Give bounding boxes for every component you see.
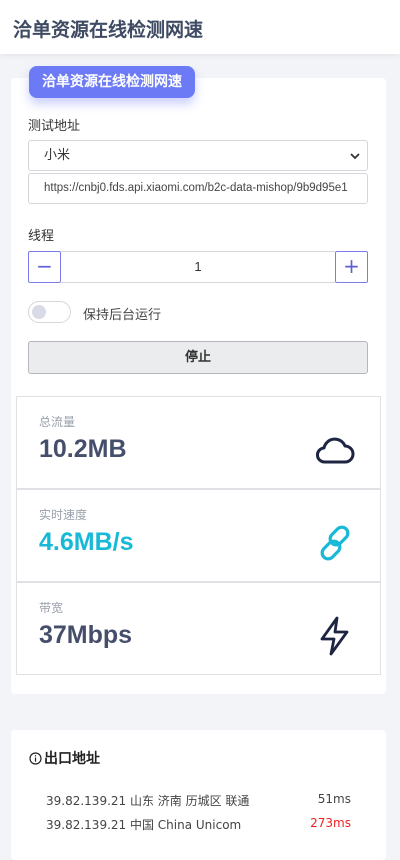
list-item: 39.82.139.21 山东 济南 历城区 联通 51ms: [46, 792, 351, 809]
top-bar: 洽单资源在线检测网速: [0, 0, 400, 54]
speed-test-card: 洽单资源在线检测网速 测试地址 小米 https://cnbj0.fds.api…: [11, 66, 386, 694]
increment-button[interactable]: +: [335, 251, 368, 283]
stat-label: 总流量: [39, 415, 76, 429]
stat-realtime-speed: 实时速度 4.6MB/s: [16, 489, 381, 582]
exit-address-title-text: 出口地址: [44, 751, 100, 767]
stat-value: 4.6MB/s: [39, 528, 134, 556]
stat-label: 实时速度: [39, 508, 88, 522]
test-address-label: 测试地址: [28, 119, 81, 134]
exit-address-card: 出口地址 39.82.139.21 山东 济南 历城区 联通 51ms 39.8…: [11, 730, 386, 860]
toggle-knob: [32, 305, 46, 319]
background-run-toggle[interactable]: [28, 301, 71, 323]
page-title: 洽单资源在线检测网速: [13, 19, 204, 41]
stat-total-traffic: 总流量 10.2MB: [16, 396, 381, 489]
url-input-value: https://cnbj0.fds.api.xiaomi.com/b2c-dat…: [44, 182, 348, 194]
ip-info: 39.82.139.21 中国 China Unicom: [46, 818, 242, 832]
stop-button[interactable]: 停止: [28, 341, 368, 374]
card-badge: 洽单资源在线检测网速: [29, 66, 195, 98]
background-run-label: 保持后台运行: [83, 308, 162, 323]
threads-label: 线程: [28, 229, 55, 244]
threads-stepper: − 1 +: [28, 251, 368, 283]
bolt-icon: [320, 616, 349, 656]
ip-info: 39.82.139.21 山东 济南 历城区 联通: [46, 794, 250, 808]
source-select[interactable]: 小米: [28, 140, 368, 171]
stat-value: 10.2MB: [39, 435, 127, 463]
stat-value: 37Mbps: [39, 621, 133, 649]
threads-value[interactable]: 1: [61, 251, 335, 283]
chevron-down-icon: [350, 153, 360, 160]
link-icon: [320, 525, 350, 561]
info-icon: [29, 751, 42, 765]
latency: 273ms: [310, 816, 351, 830]
list-item: 39.82.139.21 中国 China Unicom 273ms: [46, 816, 351, 833]
stat-bandwidth: 带宽 37Mbps: [16, 582, 381, 675]
source-select-value: 小米: [44, 148, 71, 163]
url-input[interactable]: https://cnbj0.fds.api.xiaomi.com/b2c-dat…: [28, 173, 368, 204]
cloud-icon: [316, 437, 355, 464]
exit-address-title: 出口地址: [29, 748, 100, 768]
decrement-button[interactable]: −: [28, 251, 61, 283]
latency: 51ms: [317, 792, 351, 806]
stat-label: 带宽: [39, 601, 64, 615]
